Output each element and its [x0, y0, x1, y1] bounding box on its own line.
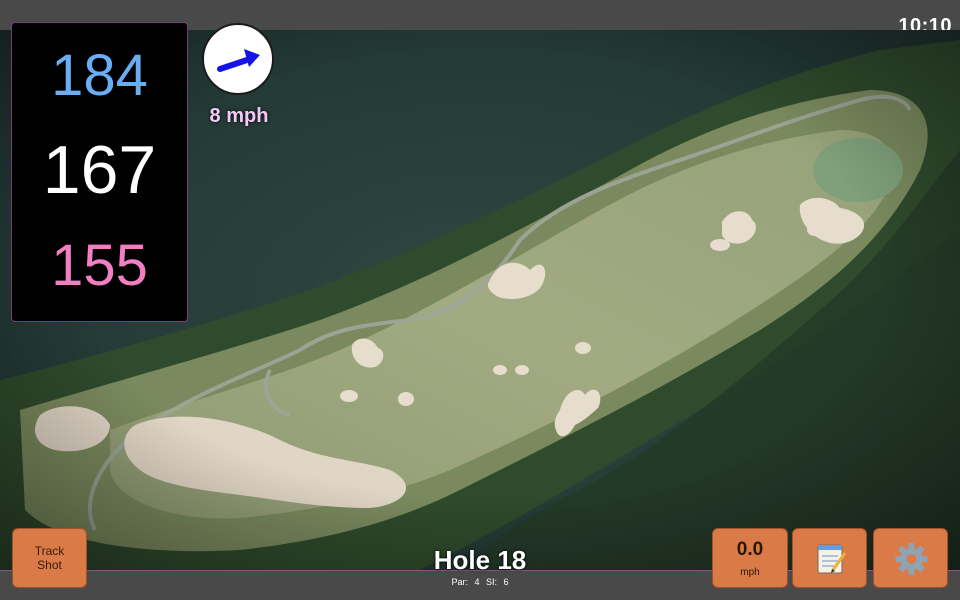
- middle-distance: 167: [42, 132, 157, 208]
- speed-button[interactable]: 0.0 mph: [712, 528, 788, 588]
- hole-stroke-index: SI: 6: [486, 577, 509, 587]
- speed-value: 0.0: [736, 539, 764, 560]
- hole-title: Hole 18: [433, 545, 527, 575]
- gear-icon: [895, 543, 928, 575]
- notepad-icon: [817, 544, 847, 574]
- track-shot-button[interactable]: Track Shot: [12, 528, 87, 588]
- hole-par: Par: 4: [451, 577, 480, 587]
- golf-gps-screen: 10:10 184 167 155 8 mph Track Shot Hole …: [0, 0, 960, 600]
- distance-panel: 184 167 155: [11, 22, 188, 322]
- hole-info: Par: 4 SI: 6: [380, 577, 580, 587]
- wind-direction-dial: [202, 23, 274, 95]
- wind-speed-label: 8 mph: [209, 105, 269, 127]
- track-shot-label-line1: Track: [34, 544, 65, 558]
- back-distance: 184: [51, 43, 148, 108]
- notes-button[interactable]: [792, 528, 867, 588]
- speed-unit: mph: [740, 567, 760, 578]
- front-distance: 155: [51, 233, 148, 298]
- track-shot-label-line2: Shot: [37, 558, 62, 572]
- settings-button[interactable]: [873, 528, 948, 588]
- wind-direction-arrow-icon: [217, 49, 260, 72]
